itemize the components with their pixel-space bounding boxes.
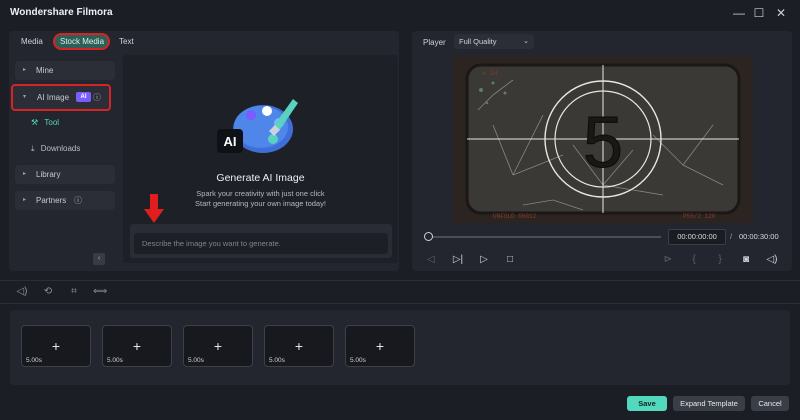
- play-icon[interactable]: ▷: [477, 253, 491, 267]
- mark-out-icon[interactable]: }: [713, 253, 727, 267]
- sidebar-item-label: Downloads: [40, 144, 81, 153]
- sidebar-item-label: Library: [36, 170, 61, 179]
- stop-icon[interactable]: □: [503, 253, 517, 267]
- tab-media[interactable]: Media: [21, 37, 43, 46]
- sidebar-item-library[interactable]: ▸ Library: [15, 165, 115, 184]
- video-preview[interactable]: 5 ▸ 24 UNFOLD 00012 P50/2 120: [453, 55, 753, 223]
- snapshot-camera-icon[interactable]: ◙: [739, 253, 753, 267]
- chevron-down-icon: ▾: [23, 94, 27, 100]
- slot-duration: 5.00s: [350, 357, 366, 364]
- tab-stock-media-label: Stock Media: [60, 37, 105, 46]
- mark-in-icon[interactable]: {: [687, 253, 701, 267]
- sidebar-item-label: Tool: [44, 118, 60, 127]
- template-slot[interactable]: + 5.00s: [183, 325, 253, 367]
- red-arrow-annotation-icon: [144, 194, 164, 223]
- chevron-right-icon: ▸: [23, 197, 27, 203]
- slot-duration: 5.00s: [107, 357, 123, 364]
- current-time[interactable]: 00:00:00:00: [668, 229, 726, 245]
- player-label: Player: [423, 38, 446, 47]
- slot-duration: 5.00s: [188, 357, 204, 364]
- step-forward-icon[interactable]: ▷|: [451, 253, 465, 267]
- film-text-right: P50/2 120: [683, 213, 716, 220]
- generator-subtitle-2: Start generating your own image today!: [195, 199, 326, 208]
- sidebar-item-partners[interactable]: ▸ Partners ⓘ: [15, 191, 115, 210]
- template-slot[interactable]: + 5.00s: [102, 325, 172, 367]
- sidebar: ▸ Mine ▾ AI Image AI ⓘ ⚒ Tool ⤓ Download…: [11, 56, 115, 271]
- film-text-top: ▸ 24: [483, 70, 498, 77]
- chevron-right-icon: ▸: [23, 171, 27, 177]
- fit-frame-icon[interactable]: ⟺: [93, 285, 107, 299]
- sidebar-item-mine[interactable]: ▸ Mine: [15, 61, 115, 80]
- sidebar-item-label: AI Image: [37, 93, 70, 102]
- slot-duration: 5.00s: [269, 357, 285, 364]
- film-text-left: UNFOLD 00012: [493, 213, 537, 220]
- download-icon: ⤓: [31, 144, 35, 153]
- app-title: Wondershare Filmora: [10, 7, 113, 18]
- add-icon: +: [51, 338, 61, 354]
- minimize-button[interactable]: —: [728, 3, 750, 23]
- time-separator: /: [730, 232, 733, 241]
- help-icon[interactable]: ⓘ: [74, 191, 82, 210]
- tab-text[interactable]: Text: [119, 37, 134, 46]
- close-button[interactable]: ✕: [770, 3, 792, 23]
- collapse-sidebar-button[interactable]: ‹: [93, 253, 105, 265]
- prompt-input[interactable]: [134, 233, 388, 254]
- playback-scrubber[interactable]: [424, 232, 433, 241]
- help-icon[interactable]: ⓘ: [93, 86, 101, 109]
- slot-duration: 5.00s: [26, 357, 42, 364]
- previous-frame-icon[interactable]: ◁: [424, 253, 438, 267]
- save-button[interactable]: Save: [627, 396, 667, 411]
- edit-toolbar: [0, 280, 800, 304]
- countdown-film-frame: 5 ▸ 24 UNFOLD 00012 P50/2 120: [453, 55, 753, 223]
- sidebar-item-tool[interactable]: ⚒ Tool: [31, 116, 59, 130]
- chevron-right-icon: ▸: [23, 67, 27, 73]
- sidebar-item-downloads[interactable]: ⤓ Downloads: [31, 142, 80, 156]
- sidebar-item-label: Mine: [36, 66, 54, 75]
- playback-progress-track[interactable]: [428, 236, 661, 238]
- volume-icon[interactable]: ◁): [765, 253, 779, 267]
- rotate-icon[interactable]: ⟲: [41, 285, 55, 299]
- ai-badge: AI: [76, 92, 91, 102]
- add-icon: +: [375, 338, 385, 354]
- quality-value: Full Quality: [459, 37, 497, 46]
- maximize-button[interactable]: ☐: [748, 3, 770, 23]
- add-icon: +: [132, 338, 142, 354]
- quality-dropdown[interactable]: Full Quality ⌄: [454, 34, 534, 49]
- expand-template-button[interactable]: Expand Template: [673, 396, 745, 411]
- ai-logo-text: AI: [224, 134, 237, 149]
- generator-subtitle-1: Spark your creativity with just one clic…: [196, 189, 325, 198]
- wrench-icon: ⚒: [31, 118, 39, 127]
- generator-title: Generate AI Image: [216, 172, 305, 184]
- chevron-down-icon: ⌄: [523, 38, 529, 45]
- template-slot[interactable]: + 5.00s: [345, 325, 415, 367]
- countdown-number: 5: [583, 103, 623, 183]
- ai-palette-logo-icon: AI: [217, 99, 298, 153]
- play-range-icon[interactable]: ⊳: [661, 253, 675, 267]
- total-time: 00:00:30:00: [739, 232, 779, 241]
- title-bar: [0, 0, 800, 26]
- sidebar-item-label: Partners: [36, 196, 67, 205]
- template-slot[interactable]: + 5.00s: [264, 325, 334, 367]
- add-icon: +: [213, 338, 223, 354]
- audio-icon[interactable]: ◁): [15, 285, 29, 299]
- cancel-button[interactable]: Cancel: [751, 396, 789, 411]
- sidebar-item-ai-image[interactable]: ▾ AI Image AI ⓘ: [11, 84, 111, 111]
- add-icon: +: [294, 338, 304, 354]
- crop-icon[interactable]: ⌗: [67, 285, 81, 299]
- template-slot[interactable]: + 5.00s: [21, 325, 91, 367]
